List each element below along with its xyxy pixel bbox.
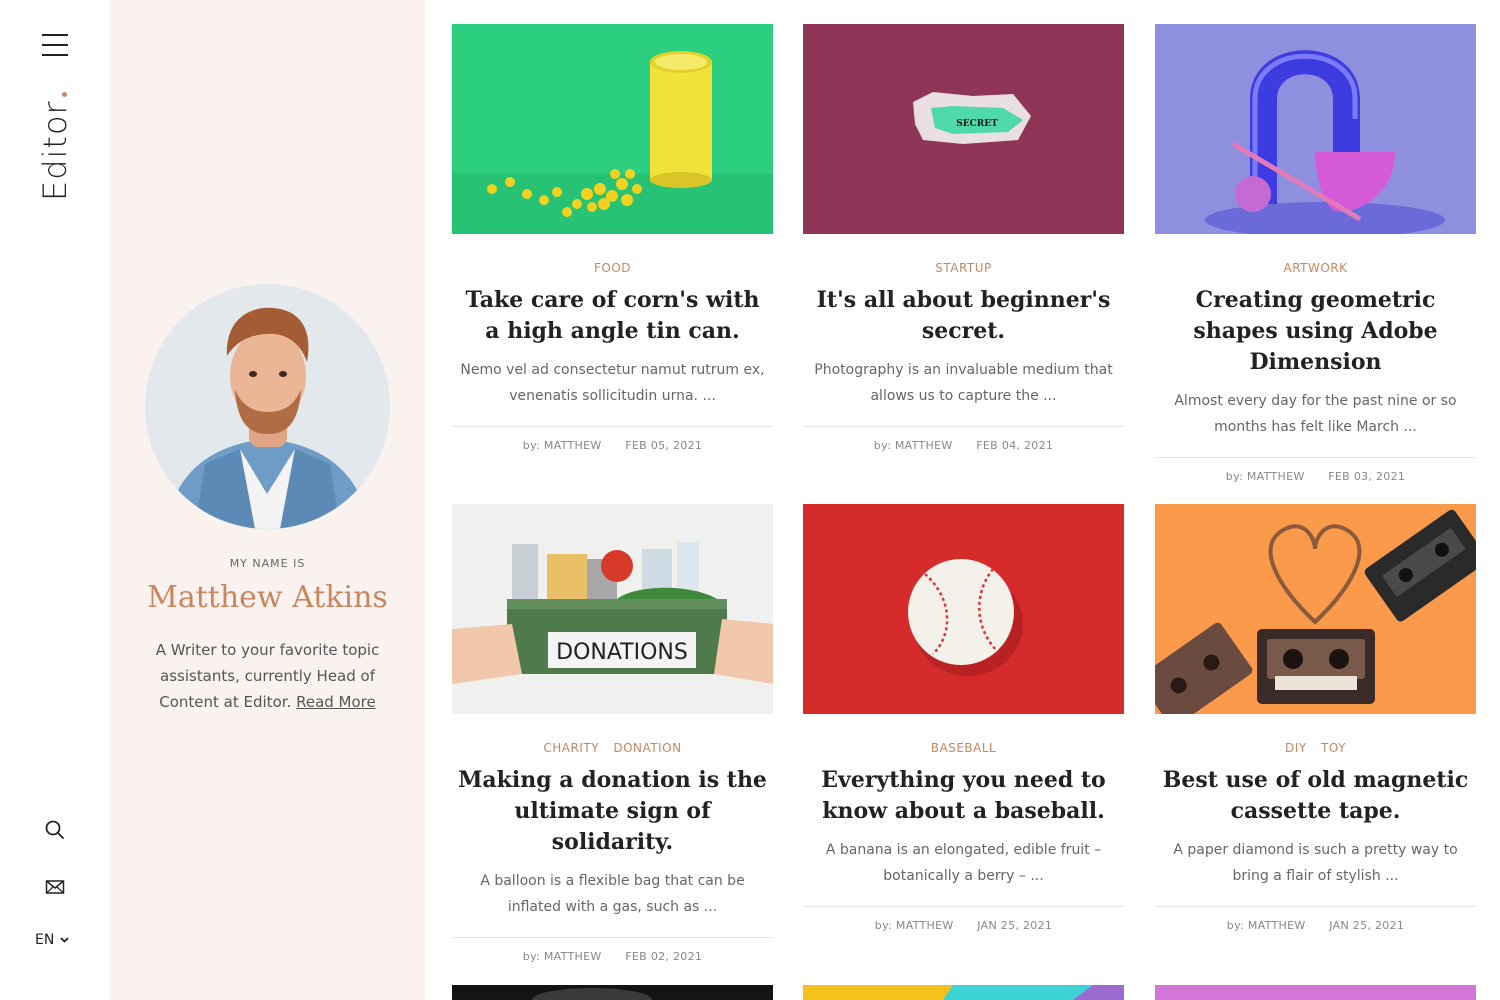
post-card: ARTWORK Creating geometric shapes using … (1155, 24, 1476, 483)
author-bio: A Writer to your favorite topic assistan… (140, 637, 395, 715)
post-date: JAN 25, 2021 (1329, 919, 1405, 932)
donations-box-text: DONATIONS (556, 640, 688, 665)
post-thumbnail[interactable] (452, 985, 773, 1000)
post-meta: by: MATTHEW JAN 25, 2021 (1155, 906, 1476, 932)
post-meta: by: MATTHEW FEB 03, 2021 (1155, 457, 1476, 483)
post-thumbnail[interactable] (452, 24, 773, 234)
post-date: FEB 05, 2021 (625, 439, 703, 452)
post-author[interactable]: by: MATTHEW (523, 439, 602, 452)
post-excerpt: A paper diamond is such a pretty way to … (1173, 842, 1458, 884)
search-icon[interactable] (44, 819, 66, 841)
category-link[interactable]: TOY (1321, 741, 1346, 755)
post-card: DIY TOY Best use of old magnetic cassett… (1155, 504, 1476, 932)
post-excerpt: A banana is an elongated, edible fruit –… (825, 842, 1102, 884)
category-link[interactable]: BASEBALL (931, 741, 996, 755)
category-link[interactable]: STARTUP (935, 261, 992, 275)
post-meta: by: MATTHEW FEB 04, 2021 (803, 426, 1124, 452)
post-title[interactable]: It's all about beginner's secret. (803, 285, 1124, 347)
author-name: Matthew Atkins (147, 580, 388, 615)
post-author[interactable]: by: MATTHEW (1226, 470, 1305, 483)
post-meta: by: MATTHEW FEB 02, 2021 (452, 937, 773, 963)
category-link[interactable]: ARTWORK (1283, 261, 1347, 275)
chevron-down-icon (60, 937, 69, 943)
post-author[interactable]: by: MATTHEW (875, 919, 954, 932)
read-more-link[interactable]: Read More (296, 693, 376, 711)
language-label: EN (35, 932, 55, 948)
post-title[interactable]: Take care of corn's with a high angle ti… (452, 285, 773, 347)
post-author[interactable]: by: MATTHEW (523, 950, 602, 963)
post-date: JAN 25, 2021 (977, 919, 1053, 932)
post-thumbnail[interactable]: DONATIONS (452, 504, 773, 714)
post-categories: STARTUP (803, 261, 1124, 275)
category-link[interactable]: CHARITY (543, 741, 599, 755)
post-excerpt: Almost every day for the past nine or so… (1174, 393, 1457, 435)
post-date: FEB 04, 2021 (976, 439, 1054, 452)
post-thumbnail[interactable] (803, 985, 1124, 1000)
post-categories: CHARITY DONATION (452, 741, 773, 755)
category-link[interactable]: DIY (1285, 741, 1307, 755)
post-date: FEB 02, 2021 (625, 950, 703, 963)
post-card (452, 985, 773, 1000)
post-excerpt: A balloon is a flexible bag that can be … (480, 873, 745, 915)
post-title[interactable]: Making a donation is the ultimate sign o… (452, 765, 773, 858)
post-title[interactable]: Creating geometric shapes using Adobe Di… (1155, 285, 1476, 378)
profile-eyebrow: MY NAME IS (229, 557, 306, 570)
post-thumbnail[interactable] (1155, 985, 1476, 1000)
post-card: FOOD Take care of corn's with a high ang… (452, 24, 773, 452)
secret-sign-text: SECRET (956, 119, 998, 129)
mail-icon[interactable] (44, 876, 66, 898)
site-logo[interactable]: Editor (36, 88, 74, 203)
post-title[interactable]: Everything you need to know about a base… (803, 765, 1124, 827)
author-avatar (145, 284, 390, 529)
post-categories: DIY TOY (1155, 741, 1476, 755)
menu-icon[interactable] (42, 33, 68, 57)
post-card (1155, 985, 1476, 1000)
post-card: SECRET STARTUP It's all about beginner's… (803, 24, 1124, 452)
post-excerpt: Nemo vel ad consectetur namut rutrum ex,… (460, 362, 765, 404)
post-excerpt: Photography is an invaluable medium that… (814, 362, 1113, 404)
author-profile: MY NAME IS Matthew Atkins A Writer to yo… (110, 0, 425, 1000)
category-link[interactable]: DONATION (613, 741, 681, 755)
category-link[interactable]: FOOD (594, 261, 631, 275)
post-author[interactable]: by: MATTHEW (874, 439, 953, 452)
side-rail: Editor EN (0, 0, 110, 1000)
post-card (803, 985, 1124, 1000)
post-thumbnail[interactable]: SECRET (803, 24, 1124, 234)
post-categories: FOOD (452, 261, 773, 275)
post-date: FEB 03, 2021 (1328, 470, 1406, 483)
post-categories: BASEBALL (803, 741, 1124, 755)
post-thumbnail[interactable] (1155, 24, 1476, 234)
post-meta: by: MATTHEW JAN 25, 2021 (803, 906, 1124, 932)
language-selector[interactable]: EN (35, 932, 69, 948)
post-card: DONATIONS CHARITY DONATION Making a dona… (452, 504, 773, 963)
post-meta: by: MATTHEW FEB 05, 2021 (452, 426, 773, 452)
logo-dot (62, 92, 67, 97)
post-categories: ARTWORK (1155, 261, 1476, 275)
post-card: BASEBALL Everything you need to know abo… (803, 504, 1124, 932)
post-thumbnail[interactable] (803, 504, 1124, 714)
post-title[interactable]: Best use of old magnetic cassette tape. (1155, 765, 1476, 827)
post-thumbnail[interactable] (1155, 504, 1476, 714)
logo-text: Editor (36, 100, 74, 201)
post-author[interactable]: by: MATTHEW (1227, 919, 1306, 932)
